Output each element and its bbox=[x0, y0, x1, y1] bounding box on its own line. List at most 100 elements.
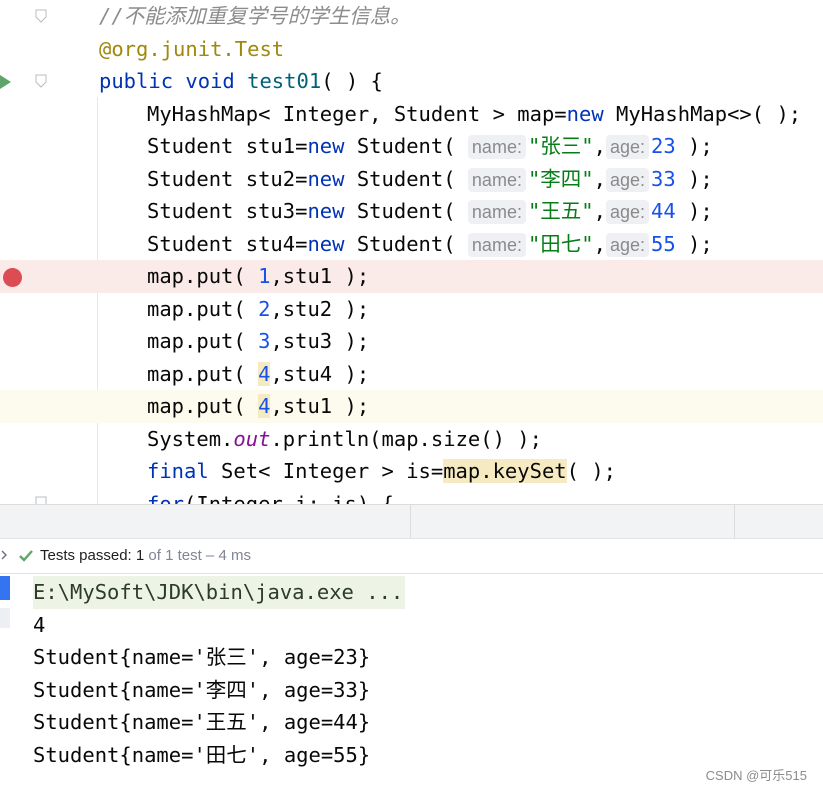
code-line-put-breakpoint[interactable]: map.put( 1,stu1 ); bbox=[0, 260, 823, 293]
put-key: 2 bbox=[258, 296, 271, 321]
put-value: ,stu4 ); bbox=[270, 361, 370, 386]
console-line: Student{name='张三', age=23} bbox=[33, 645, 371, 669]
method-name: test01 bbox=[247, 69, 322, 93]
student-name-string: "田七" bbox=[527, 231, 594, 256]
statement-end: ); bbox=[675, 199, 713, 223]
breakpoint-icon[interactable] bbox=[3, 268, 22, 287]
param-hint-age: age: bbox=[605, 167, 650, 192]
println-call: .println(map.size() ); bbox=[270, 426, 542, 451]
console-line: Student{name='王五', age=44} bbox=[33, 710, 371, 734]
fold-icon[interactable] bbox=[34, 74, 48, 88]
student-ctor: Student( bbox=[344, 166, 468, 191]
put-call: map.put( bbox=[147, 361, 259, 386]
put-call: map.put( bbox=[147, 394, 259, 418]
fold-icon[interactable] bbox=[34, 9, 48, 23]
code-line-keyset[interactable]: final Set< Integer > is=map.keySet( ); bbox=[0, 455, 823, 488]
method-params: ( ) { bbox=[321, 69, 383, 93]
student-var: stu3 bbox=[245, 199, 296, 223]
student-type: Student bbox=[147, 134, 246, 158]
annotation-prefix: @org.junit. bbox=[99, 36, 235, 61]
put-key: 3 bbox=[258, 329, 271, 353]
code-line-annotation[interactable]: @org.junit.Test bbox=[0, 33, 823, 66]
for-header: (Integer i: is) { bbox=[184, 491, 394, 505]
kw-new: new bbox=[566, 101, 604, 126]
code-line-comment[interactable]: //不能添加重复学号的学生信息。 bbox=[0, 0, 823, 33]
comma: , bbox=[593, 134, 606, 158]
param-hint-age: age: bbox=[605, 232, 650, 257]
student-name-string: "李四" bbox=[527, 166, 594, 191]
put-key: 1 bbox=[258, 264, 271, 288]
student-type: Student bbox=[147, 199, 246, 223]
put-call: map.put( bbox=[147, 264, 259, 288]
code-line-for[interactable]: for(Integer i: is) { bbox=[0, 488, 823, 505]
console-output[interactable]: E:\MySoft\JDK\bin\java.exe ... 4 Student… bbox=[0, 574, 823, 792]
watermark: CSDN @可乐515 bbox=[705, 768, 807, 783]
kw-new: new bbox=[307, 199, 345, 223]
divider bbox=[410, 505, 411, 539]
code-line-put[interactable]: map.put( 2,stu2 ); bbox=[0, 293, 823, 326]
code-line-student[interactable]: Student stu3=new Student( name: "王五", age:… bbox=[0, 195, 823, 228]
editor-bottom-strip bbox=[0, 504, 823, 539]
run-test-icon[interactable] bbox=[0, 72, 12, 92]
comma: , bbox=[593, 166, 606, 191]
put-call: map.put( bbox=[147, 329, 259, 353]
fold-icon[interactable] bbox=[34, 496, 48, 504]
code-line-map-decl[interactable]: MyHashMap< Integer, Student > map=new My… bbox=[0, 98, 823, 131]
param-hint-age: age: bbox=[605, 135, 650, 159]
student-name-string: "王五" bbox=[527, 199, 594, 223]
check-icon bbox=[18, 549, 34, 563]
param-hint-name: name: bbox=[467, 200, 526, 224]
code-line-student[interactable]: Student stu1=new Student( name: "张三", age:… bbox=[0, 130, 823, 163]
set-decl: Set< Integer > is= bbox=[208, 459, 444, 483]
annotation-name: Test bbox=[234, 36, 285, 61]
passed-count: 1 bbox=[135, 547, 145, 564]
console-line: 4 bbox=[33, 612, 46, 637]
kw-for: for bbox=[147, 491, 185, 505]
test-status-text: Tests passed: 1 of 1 test – 4 ms bbox=[40, 539, 251, 573]
code-line-student[interactable]: Student stu2=new Student( name: "李四", age:… bbox=[0, 163, 823, 196]
student-age-number: 55 bbox=[651, 231, 676, 256]
student-name-string: "张三" bbox=[527, 134, 594, 158]
student-ctor: Student( bbox=[344, 199, 468, 223]
chevron-right-icon[interactable] bbox=[0, 548, 10, 562]
code-line-put-current[interactable]: map.put( 4,stu1 ); bbox=[0, 390, 823, 423]
code-line-put[interactable]: map.put( 3,stu3 ); bbox=[0, 325, 823, 358]
kw-new: new bbox=[307, 166, 345, 191]
test-status-bar[interactable]: Tests passed: 1 of 1 test – 4 ms bbox=[0, 538, 823, 574]
param-hint-name: name: bbox=[467, 232, 526, 257]
student-type: Student bbox=[147, 231, 246, 256]
student-age-number: 33 bbox=[651, 166, 676, 191]
keyset-call: map.keySet bbox=[443, 459, 567, 483]
put-value: ,stu3 ); bbox=[270, 329, 370, 353]
console-line: Student{name='李四', age=33} bbox=[33, 677, 371, 702]
code-editor[interactable]: //不能添加重复学号的学生信息。 @org.junit.Test public … bbox=[0, 0, 823, 504]
code-line-put[interactable]: map.put( 4,stu4 ); bbox=[0, 358, 823, 391]
param-hint-name: name: bbox=[467, 167, 526, 192]
console-command-line[interactable]: E:\MySoft\JDK\bin\java.exe ... bbox=[33, 576, 406, 609]
side-tab[interactable] bbox=[0, 576, 10, 600]
statement-end: ); bbox=[675, 231, 713, 256]
comment-text: //不能添加重复学号的学生信息。 bbox=[99, 4, 411, 28]
code-line-println[interactable]: System.out.println(map.size() ); bbox=[0, 423, 823, 456]
system-class: System. bbox=[147, 426, 234, 451]
student-var: stu1 bbox=[245, 134, 296, 158]
code-line-method[interactable]: public void test01( ) { bbox=[0, 65, 823, 98]
param-hint-name: name: bbox=[467, 135, 526, 159]
put-value: ,stu2 ); bbox=[270, 296, 370, 321]
put-call: map.put( bbox=[147, 296, 259, 321]
param-hint-age: age: bbox=[605, 200, 650, 224]
student-ctor: Student( bbox=[344, 231, 468, 256]
put-key: 4 bbox=[258, 394, 271, 418]
status-detail: of 1 test – 4 ms bbox=[144, 547, 251, 564]
map-decl-type: MyHashMap< Integer, Student > map= bbox=[147, 101, 567, 126]
student-type: Student bbox=[147, 166, 246, 191]
student-var: stu2 bbox=[245, 166, 296, 191]
code-line-student[interactable]: Student stu4=new Student( name: "田七", age:… bbox=[0, 228, 823, 261]
divider bbox=[734, 505, 735, 539]
student-ctor: Student( bbox=[344, 134, 468, 158]
comma: , bbox=[593, 199, 606, 223]
side-tab[interactable] bbox=[0, 608, 10, 628]
keyset-end: ( ); bbox=[566, 459, 617, 483]
student-age-number: 44 bbox=[651, 199, 676, 223]
statement-end: ); bbox=[675, 166, 713, 191]
